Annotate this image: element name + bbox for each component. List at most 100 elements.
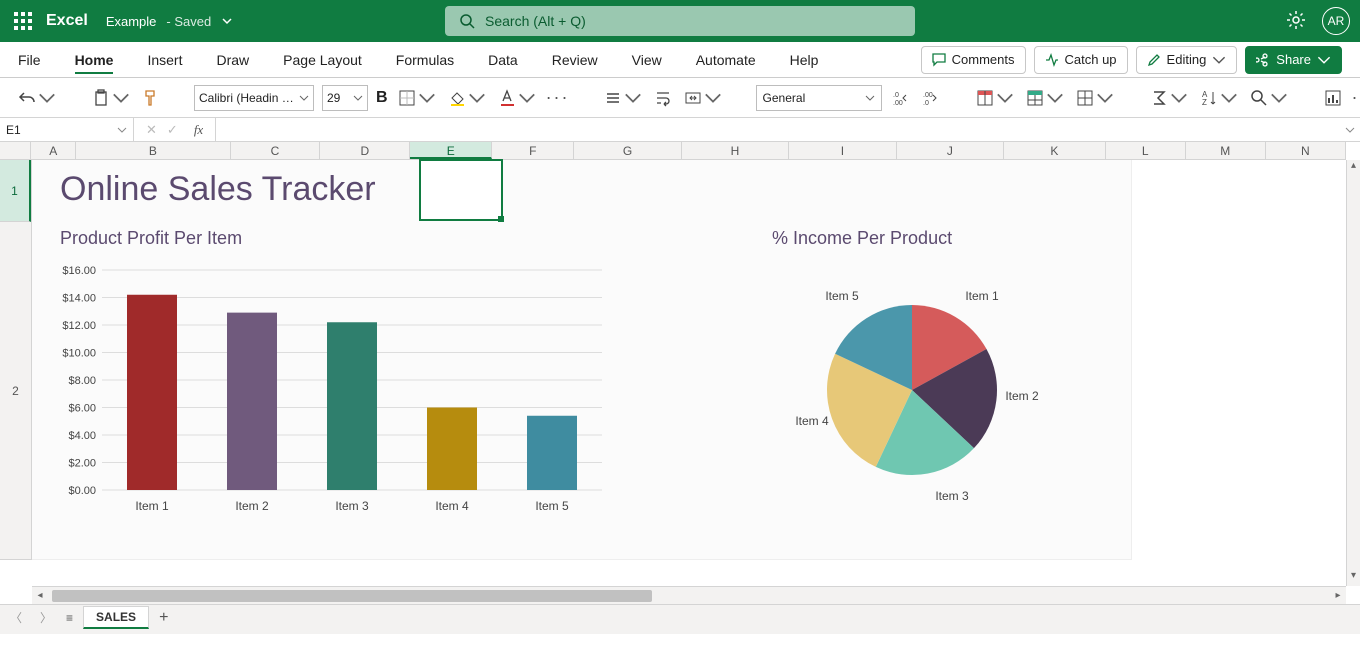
svg-text:$2.00: $2.00 [68,458,96,470]
expand-formula-bar[interactable] [1340,122,1360,138]
comments-button[interactable]: Comments [921,46,1026,74]
page-title: Online Sales Tracker [60,170,376,209]
cancel-formula-icon[interactable]: ✕ [146,122,157,138]
fill-handle[interactable] [498,216,504,222]
svg-text:Item 1: Item 1 [135,499,169,513]
find-button[interactable] [1248,87,1290,109]
chevron-down-icon [38,89,56,107]
search-input[interactable]: Search (Alt + Q) [445,6,915,36]
number-format-select[interactable]: General [756,85,882,111]
column-header-F[interactable]: F [492,142,574,159]
pie-chart: Item 1Item 2Item 3Item 4Item 5 [732,270,1112,530]
tab-data[interactable]: Data [488,46,518,74]
column-header-J[interactable]: J [897,142,1004,159]
autosum-button[interactable] [1148,87,1190,109]
add-sheet-button[interactable]: + [159,609,168,627]
name-box[interactable]: E1 [0,118,134,142]
catchup-button[interactable]: Catch up [1034,46,1128,74]
increase-decimal-button[interactable]: .0.00 [890,87,912,109]
merge-icon [684,89,702,107]
merge-button[interactable] [682,87,724,109]
activity-icon [1045,53,1059,67]
tab-page-layout[interactable]: Page Layout [283,46,362,74]
format-painter-button[interactable] [140,87,162,109]
column-header-D[interactable]: D [320,142,410,159]
font-size-select[interactable]: 29 [322,85,368,111]
editing-mode-button[interactable]: Editing [1136,46,1238,74]
user-avatar[interactable]: AR [1322,7,1350,35]
font-color-button[interactable] [496,87,538,109]
tab-insert[interactable]: Insert [147,46,182,74]
tab-file[interactable]: File [18,46,41,74]
column-header-I[interactable]: I [789,142,896,159]
app-launcher-icon[interactable] [14,12,32,30]
column-header-H[interactable]: H [682,142,789,159]
tab-formulas[interactable]: Formulas [396,46,454,74]
fx-icon[interactable]: fx [194,122,203,138]
tab-help[interactable]: Help [790,46,819,74]
scroll-thumb[interactable] [52,590,652,602]
font-family-select[interactable]: Calibri (Headin … [194,85,314,111]
tab-automate[interactable]: Automate [696,46,756,74]
more-ribbon-button[interactable]: ··· [1352,87,1360,108]
svg-text:$6.00: $6.00 [68,403,96,415]
tab-view[interactable]: View [632,46,662,74]
vertical-scrollbar[interactable]: ▴ ▾ [1346,160,1360,586]
sheet-nav-next[interactable]: 〉 [36,609,56,626]
svg-text:.0: .0 [893,92,899,99]
share-button[interactable]: Share [1245,46,1342,74]
column-header-B[interactable]: B [76,142,230,159]
decrease-decimal-button[interactable]: .00.0 [920,87,942,109]
column-header-A[interactable]: A [31,142,76,159]
tab-home[interactable]: Home [75,46,114,74]
sheet-body[interactable]: Online Sales Tracker Product Profit Per … [32,160,1346,586]
active-cell[interactable] [419,159,503,221]
svg-text:.00: .00 [893,100,903,107]
column-header-G[interactable]: G [574,142,681,159]
row-header-1[interactable]: 1 [0,160,31,222]
column-header-N[interactable]: N [1266,142,1346,159]
column-headers: ABCDEFGHIJKLMN [0,142,1346,160]
sort-filter-button[interactable]: AZ [1198,87,1240,109]
fill-color-button[interactable] [446,87,488,109]
bar-chart-title: Product Profit Per Item [60,228,242,249]
row-header-2[interactable]: 2 [0,222,31,560]
chevron-down-icon [996,89,1014,107]
all-sheets-button[interactable]: ≡ [66,611,73,625]
column-header-L[interactable]: L [1106,142,1186,159]
accept-formula-icon[interactable]: ✓ [167,122,178,138]
undo-button[interactable] [16,87,58,109]
wrap-text-button[interactable] [652,87,674,109]
scroll-left-icon[interactable]: ◂ [32,590,48,601]
sheet-nav-prev[interactable]: 〈 [6,609,26,626]
select-all-corner[interactable] [0,142,31,159]
scroll-up-icon[interactable]: ▴ [1347,160,1360,176]
tab-review[interactable]: Review [552,46,598,74]
align-button[interactable] [602,87,644,109]
settings-button[interactable] [1286,10,1306,33]
horizontal-scrollbar[interactable]: ◂ ▸ [32,586,1346,604]
column-header-K[interactable]: K [1004,142,1106,159]
formula-input[interactable] [215,118,1340,141]
scroll-right-icon[interactable]: ▸ [1330,590,1346,601]
cell-styles-button[interactable] [1074,87,1116,109]
column-header-M[interactable]: M [1186,142,1266,159]
sheet-tab-sales[interactable]: SALES [83,606,149,629]
svg-text:$12.00: $12.00 [62,320,96,332]
svg-text:$0.00: $0.00 [68,485,96,497]
scroll-down-icon[interactable]: ▾ [1347,570,1360,586]
conditional-format-button[interactable] [974,87,1016,109]
svg-text:Item 1: Item 1 [965,289,999,303]
tab-draw[interactable]: Draw [216,46,249,74]
bold-button[interactable]: B [376,89,388,107]
more-font-button[interactable]: ··· [546,87,570,108]
column-header-E[interactable]: E [410,142,492,159]
document-title[interactable]: Example - Saved [106,14,233,29]
borders-button[interactable] [396,87,438,109]
analyze-data-button[interactable] [1322,87,1344,109]
paste-button[interactable] [90,87,132,109]
chevron-down-icon [117,125,127,135]
column-header-C[interactable]: C [231,142,321,159]
format-table-button[interactable] [1024,87,1066,109]
share-icon [1256,53,1270,67]
